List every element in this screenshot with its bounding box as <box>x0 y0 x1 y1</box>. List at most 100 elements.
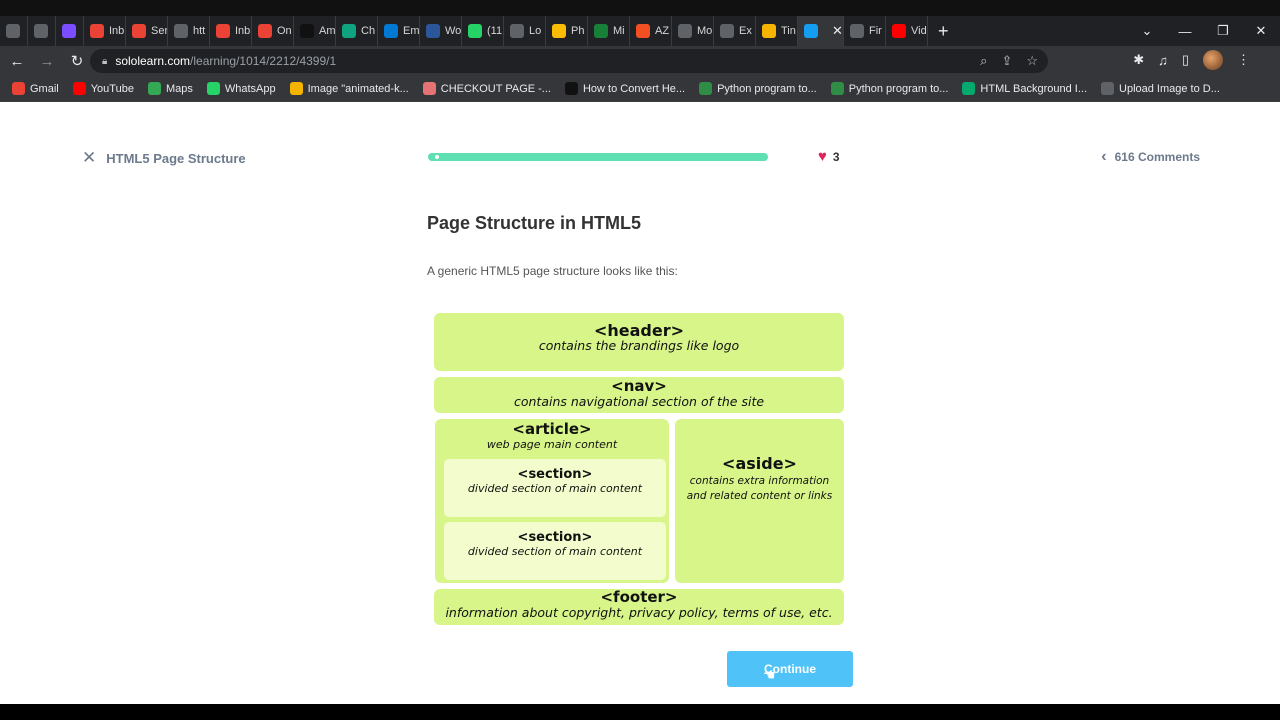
new-tab-button[interactable]: + <box>938 21 949 42</box>
tab-label: htt <box>193 25 206 37</box>
browser-tab[interactable]: ✕ <box>798 16 844 46</box>
browser-tab[interactable]: (11 <box>462 16 504 46</box>
section-block-1: <section> divided section of main conten… <box>444 459 666 517</box>
side-panel-icon[interactable]: ▯ <box>1182 52 1189 68</box>
browser-tab[interactable] <box>28 16 56 46</box>
bookmark-label: How to Convert He... <box>582 82 686 95</box>
heart-icon: ♥ <box>818 148 827 165</box>
gmail-icon <box>132 24 146 38</box>
browser-tab[interactable]: htt <box>168 16 210 46</box>
tab-label: Ph <box>571 25 585 37</box>
progress-indicator <box>435 155 439 159</box>
bookmark-item[interactable]: YouTube <box>72 82 134 95</box>
bookmark-item[interactable]: Python program to... <box>830 82 948 95</box>
browser-tab[interactable]: Lo <box>504 16 546 46</box>
bookmark-item[interactable]: HTML Background I... <box>962 82 1087 95</box>
likes-count: 3 <box>832 149 840 164</box>
bookmark-item[interactable]: Maps <box>147 82 193 95</box>
bookmark-item[interactable]: Gmail <box>12 82 59 95</box>
bookmark-label: Image "animated-k... <box>307 82 409 95</box>
tab-label: Mi <box>613 25 625 37</box>
aside-desc: contains extra information and related c… <box>686 475 833 502</box>
browser-tab[interactable]: Am <box>294 16 336 46</box>
browser-tab[interactable]: Ex <box>714 16 756 46</box>
lock-icon: 🔒︎ <box>102 55 108 67</box>
shoe-icon <box>422 82 436 95</box>
url-input[interactable]: 🔒︎ sololearn.com/learning/1014/2212/4399… <box>90 49 1048 73</box>
browser-tab[interactable]: Vid <box>886 16 928 46</box>
browser-tab[interactable]: Wo <box>420 16 462 46</box>
likes-button[interactable]: ♥ 3 <box>818 148 840 165</box>
header-tag: <header> <box>593 321 685 340</box>
bookmark-label: Upload Image to D... <box>1119 82 1220 95</box>
nav-block: <nav> contains navigational section of t… <box>434 377 844 413</box>
bookmark-item[interactable]: Python program to... <box>699 82 817 95</box>
bookmark-label: YouTube <box>90 82 134 95</box>
media-icon[interactable]: ♫ <box>1158 53 1168 68</box>
app-icon <box>720 24 734 38</box>
bookmark-item[interactable]: Image "animated-k... <box>289 82 409 95</box>
bookmark-label: CHECKOUT PAGE -... <box>440 82 551 95</box>
close-window-icon[interactable]: ✕ <box>1242 23 1280 39</box>
zoom-icon[interactable]: ⌕ <box>980 53 987 69</box>
tab-label: (11 <box>487 25 503 37</box>
maps-icon <box>147 82 161 95</box>
browser-tab[interactable]: Em <box>378 16 420 46</box>
browser-tab[interactable]: Ser <box>126 16 168 46</box>
bookmark-star-icon[interactable]: ☆ <box>1026 53 1038 69</box>
bookmark-item[interactable]: Upload Image to D... <box>1101 82 1220 95</box>
share-icon[interactable]: ⇪ <box>1001 53 1012 69</box>
toolbar-extensions: ✱ ♫ ▯ ⋮ <box>1133 50 1250 70</box>
close-tab-icon[interactable]: ✕ <box>832 23 843 39</box>
gmail-icon <box>90 24 104 38</box>
chatgpt-icon <box>342 24 356 38</box>
extensions-icon[interactable]: ✱ <box>1133 52 1144 68</box>
course-title: HTML5 Page Structure <box>106 150 246 166</box>
bookmark-item[interactable]: WhatsApp <box>206 82 276 95</box>
restore-icon[interactable]: ❐ <box>1204 23 1242 39</box>
comments-count: 616 Comments <box>1114 150 1200 164</box>
browser-tab[interactable]: On <box>252 16 294 46</box>
browser-tab[interactable]: Ch <box>336 16 378 46</box>
browser-tab[interactable]: Mi <box>588 16 630 46</box>
whatsapp-icon <box>468 24 482 38</box>
lesson-progress-bar <box>428 153 768 161</box>
drive-icon <box>552 24 566 38</box>
header-desc: contains the brandings like logo <box>538 338 740 353</box>
tab-label: Ser <box>151 25 168 37</box>
word-icon <box>426 24 440 38</box>
browser-tab[interactable]: Mo <box>672 16 714 46</box>
outlook-icon <box>384 24 398 38</box>
forward-icon[interactable]: → <box>34 53 60 70</box>
browser-tab[interactable]: Ph <box>546 16 588 46</box>
browser-tab[interactable]: Inb <box>84 16 126 46</box>
comments-button[interactable]: ‹ 616 Comments <box>1101 148 1200 166</box>
browser-tab[interactable]: Tin <box>756 16 798 46</box>
browser-tab[interactable] <box>56 16 84 46</box>
tab-search-icon[interactable]: ⌄ <box>1128 23 1166 39</box>
reload-icon[interactable]: ↻ <box>64 52 90 70</box>
gmail-icon <box>216 24 230 38</box>
continue-button[interactable]: Continue <box>727 651 853 687</box>
aside-block: <aside> contains extra information and r… <box>675 419 844 583</box>
footer-desc: information about copyright, privacy pol… <box>445 605 833 620</box>
browser-tab[interactable]: Fir <box>844 16 886 46</box>
youtube-icon <box>892 24 906 38</box>
bookmark-item[interactable]: How to Convert He... <box>564 82 686 95</box>
window-controls: ⌄ — ❐ ✕ <box>1128 16 1280 46</box>
browser-tab[interactable] <box>0 16 28 46</box>
back-icon[interactable]: ← <box>4 53 30 70</box>
browser-tab[interactable]: Inb <box>210 16 252 46</box>
sololearn-icon <box>804 24 818 38</box>
minimize-icon[interactable]: — <box>1166 24 1204 39</box>
bookmark-item[interactable]: CHECKOUT PAGE -... <box>422 82 551 95</box>
browser-tab[interactable]: AZ <box>630 16 672 46</box>
tab-label: Mo <box>697 25 713 37</box>
section-tag: <section> <box>517 467 593 482</box>
tab-label: Tin <box>781 25 796 37</box>
tab-label: Vid <box>911 25 927 37</box>
profile-avatar[interactable] <box>1203 50 1223 70</box>
close-lesson-button[interactable]: ✕ HTML5 Page Structure <box>82 148 246 168</box>
globe-icon <box>174 24 188 38</box>
menu-icon[interactable]: ⋮ <box>1237 52 1250 68</box>
